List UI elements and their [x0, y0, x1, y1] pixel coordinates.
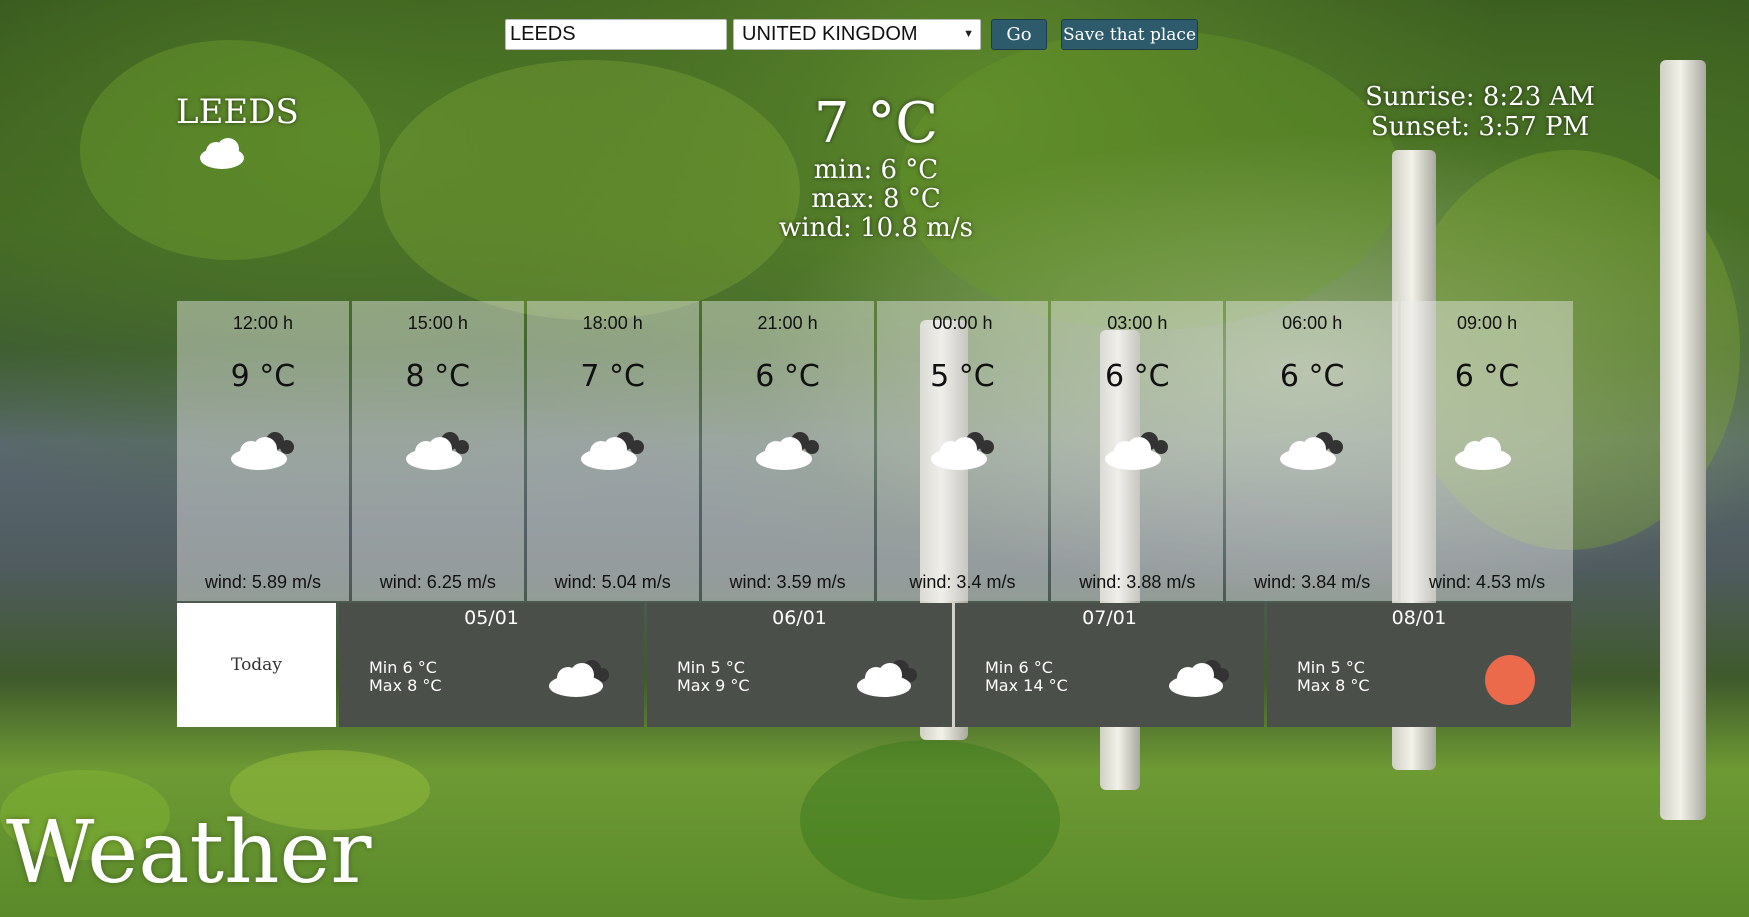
sunset: Sunset: 3:57 PM: [1370, 112, 1590, 142]
app-title: Weather: [6, 803, 372, 903]
current-min: min: 6 °C: [813, 155, 939, 185]
partly-cloudy-icon: [854, 653, 924, 703]
hour-time: 15:00 h: [407, 313, 468, 333]
hour-time: 09:00 h: [1457, 313, 1518, 333]
city-input[interactable]: [505, 19, 727, 50]
hour-wind: wind: 3.59 m/s: [729, 572, 846, 592]
hour-temp: 8 °C: [405, 359, 471, 394]
hour-wind: wind: 4.53 m/s: [1429, 572, 1546, 592]
hour-temp: 6 °C: [755, 359, 820, 394]
daily-forecast: Today 05/01 Min 6 °C Max 8 °C 06/01 Min …: [177, 603, 1573, 727]
day-max: Max 8 °C: [369, 676, 442, 695]
partly-cloudy-icon: [1274, 425, 1350, 478]
hour-temp: 9 °C: [230, 359, 296, 394]
day-minmax: Min 5 °C Max 8 °C: [1297, 659, 1370, 695]
city-name: LEEDS: [176, 92, 299, 132]
hour-time: 03:00 h: [1107, 313, 1168, 333]
hour-time: 21:00 h: [757, 313, 818, 333]
chevron-down-icon: ▼: [963, 28, 974, 40]
day-date: 06/01: [772, 607, 827, 629]
partly-cloudy-icon: [1166, 653, 1236, 703]
hour-wind: wind: 3.84 m/s: [1254, 572, 1371, 592]
partly-cloudy-icon: [546, 653, 616, 703]
partly-cloudy-icon: [1099, 425, 1175, 478]
sunrise: Sunrise: 8:23 AM: [1365, 82, 1595, 112]
hour-temp: 7 °C: [580, 359, 645, 394]
day-minmax: Min 6 °C Max 14 °C: [985, 659, 1068, 695]
day-card[interactable]: 07/01 Min 6 °C Max 14 °C: [955, 603, 1264, 727]
hour-temp: 6 °C: [1105, 359, 1170, 394]
day-max: Max 9 °C: [677, 676, 750, 695]
hour-temp: 5 °C: [930, 359, 995, 394]
hour-time: 06:00 h: [1282, 313, 1343, 333]
day-min: Min 6 °C: [369, 658, 437, 677]
day-card[interactable]: 06/01 Min 5 °C Max 9 °C: [647, 603, 952, 727]
hour-card: 00:00 h 5 °C wind: 3.4 m/s: [876, 301, 1049, 601]
day-min: Min 5 °C: [677, 658, 745, 677]
partly-cloudy-icon: [575, 425, 651, 478]
go-button[interactable]: Go: [991, 19, 1047, 50]
day-max: Max 14 °C: [985, 676, 1068, 695]
day-minmax: Min 5 °C Max 9 °C: [677, 659, 750, 695]
hour-temp: 6 °C: [1279, 359, 1345, 394]
hour-card: 21:00 h 6 °C wind: 3.59 m/s: [701, 301, 874, 601]
current-temp: 7 °C: [813, 91, 939, 156]
day-minmax: Min 6 °C Max 8 °C: [369, 659, 442, 695]
hour-wind: wind: 6.25 m/s: [379, 572, 496, 592]
sun-icon: [1485, 655, 1535, 705]
hour-wind: wind: 5.04 m/s: [554, 572, 671, 592]
partly-cloudy-icon: [225, 425, 301, 478]
partly-cloudy-icon: [750, 425, 826, 478]
hour-time: 18:00 h: [582, 313, 643, 333]
today-tab[interactable]: Today: [177, 603, 336, 727]
search-bar: UNITED KINGDOM ▼ Go Save that place: [505, 19, 1198, 50]
hour-card: 12:00 h 9 °C wind: 5.89 m/s: [177, 301, 349, 601]
partly-cloudy-icon: [400, 425, 476, 478]
hourly-forecast: 12:00 h 9 °C wind: 5.89 m/s 15:00 h 8 °C…: [177, 301, 1573, 601]
hour-card: 18:00 h 7 °C wind: 5.04 m/s: [526, 301, 699, 601]
day-date: 05/01: [464, 607, 519, 629]
cloud-icon: [1449, 425, 1525, 478]
hour-time: 00:00 h: [932, 313, 993, 333]
current-max: max: 8 °C: [811, 184, 941, 214]
day-date: 08/01: [1391, 607, 1447, 629]
hour-card: 09:00 h 6 °C wind: 4.53 m/s: [1401, 301, 1573, 601]
day-card[interactable]: 05/01 Min 6 °C Max 8 °C: [339, 603, 644, 727]
hour-card: 06:00 h 6 °C wind: 3.84 m/s: [1226, 301, 1399, 601]
partly-cloudy-icon: [925, 425, 1001, 478]
country-select[interactable]: UNITED KINGDOM ▼: [733, 19, 981, 50]
hour-temp: 6 °C: [1454, 359, 1520, 394]
day-card[interactable]: 08/01 Min 5 °C Max 8 °C: [1267, 603, 1571, 727]
day-max: Max 8 °C: [1297, 676, 1370, 695]
current-weather: 7 °C min: 6 °C max: 8 °C wind: 10.8 m/s: [700, 92, 1052, 243]
day-min: Min 6 °C: [985, 658, 1053, 677]
hour-wind: wind: 3.88 m/s: [1079, 572, 1196, 592]
hour-card: 15:00 h 8 °C wind: 6.25 m/s: [351, 301, 524, 601]
day-date: 07/01: [1082, 607, 1137, 629]
hour-card: 03:00 h 6 °C wind: 3.88 m/s: [1051, 301, 1224, 601]
hour-wind: wind: 3.4 m/s: [909, 572, 1016, 592]
sun-times: Sunrise: 8:23 AM Sunset: 3:57 PM: [1340, 82, 1620, 142]
hour-time: 12:00 h: [232, 313, 293, 333]
cloud-icon: [196, 136, 248, 174]
current-wind: wind: 10.8 m/s: [779, 213, 973, 243]
country-select-value: UNITED KINGDOM: [742, 23, 918, 45]
save-place-button[interactable]: Save that place: [1061, 19, 1198, 50]
day-min: Min 5 °C: [1297, 658, 1365, 677]
hour-wind: wind: 5.89 m/s: [204, 572, 321, 592]
